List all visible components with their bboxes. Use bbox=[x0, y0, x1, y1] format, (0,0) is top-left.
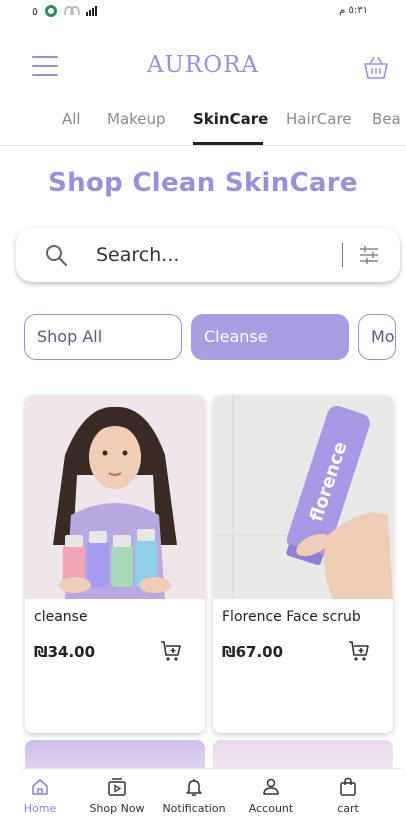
shop-now-icon bbox=[108, 778, 126, 796]
filter-chips: Shop All Cleanse Mo bbox=[0, 314, 406, 360]
product-card[interactable]: cleanse ₪34.00 bbox=[25, 395, 205, 733]
category-tabs: All Makeup SkinCare HairCare Bea bbox=[0, 104, 406, 146]
nav-label: Shop Now bbox=[89, 802, 145, 815]
notification-icon bbox=[64, 6, 80, 16]
product-price: ₪34.00 bbox=[34, 643, 96, 661]
app-header: AURORA bbox=[0, 46, 406, 90]
tab-haircare[interactable]: HairCare bbox=[286, 110, 352, 128]
search-bar bbox=[16, 228, 400, 282]
status-number: ٥ bbox=[32, 4, 38, 18]
product-image bbox=[25, 395, 205, 599]
product-image: florence bbox=[213, 395, 393, 599]
nav-shop-now[interactable]: Shop Now bbox=[79, 777, 155, 815]
status-bar: ٥ ٥:٣١ م bbox=[0, 0, 406, 22]
nav-label: Notification bbox=[162, 802, 226, 815]
chip-more[interactable]: Mo bbox=[358, 314, 396, 360]
tab-all[interactable]: All bbox=[62, 110, 81, 128]
tab-beauty[interactable]: Bea bbox=[372, 110, 401, 128]
tab-makeup[interactable]: Makeup bbox=[107, 110, 166, 128]
nav-label: cart bbox=[337, 802, 359, 815]
home-icon bbox=[32, 779, 48, 795]
nav-notification[interactable]: Notification bbox=[156, 777, 232, 815]
search-divider bbox=[342, 243, 343, 267]
active-tab-indicator bbox=[193, 142, 263, 145]
tab-skincare[interactable]: SkinCare bbox=[193, 110, 268, 128]
bottom-navigation: Home Shop Now Notification Account cart bbox=[22, 768, 402, 825]
shopping-bag-icon bbox=[340, 777, 356, 796]
messenger-icon bbox=[44, 5, 57, 17]
chip-cleanse[interactable]: Cleanse bbox=[191, 314, 349, 360]
status-time: ٥:٣١ م bbox=[339, 5, 368, 16]
search-icon[interactable] bbox=[44, 243, 68, 267]
account-icon bbox=[263, 778, 279, 795]
app-logo: AURORA bbox=[146, 52, 260, 78]
chip-shop-all[interactable]: Shop All bbox=[24, 314, 182, 360]
product-card[interactable]: florence Florence Face scrub ₪67.00 bbox=[213, 395, 393, 733]
product-title: cleanse bbox=[34, 609, 88, 625]
product-title: Florence Face scrub bbox=[222, 609, 361, 625]
signal-icon bbox=[85, 6, 97, 16]
nav-cart[interactable]: cart bbox=[310, 777, 386, 815]
bell-icon bbox=[186, 779, 202, 796]
nav-home[interactable]: Home bbox=[2, 777, 78, 815]
search-input[interactable] bbox=[96, 239, 316, 271]
status-icons: ٥ bbox=[32, 4, 100, 18]
nav-label: Account bbox=[248, 802, 294, 815]
filter-icon[interactable] bbox=[358, 244, 380, 266]
product-price: ₪67.00 bbox=[222, 643, 284, 661]
page-title: Shop Clean SkinCare bbox=[48, 168, 358, 198]
basket-icon[interactable] bbox=[362, 54, 390, 80]
nav-label: Home bbox=[23, 802, 57, 815]
add-to-cart-icon[interactable] bbox=[347, 639, 371, 663]
add-to-cart-icon[interactable] bbox=[159, 639, 183, 663]
nav-account[interactable]: Account bbox=[233, 777, 309, 815]
